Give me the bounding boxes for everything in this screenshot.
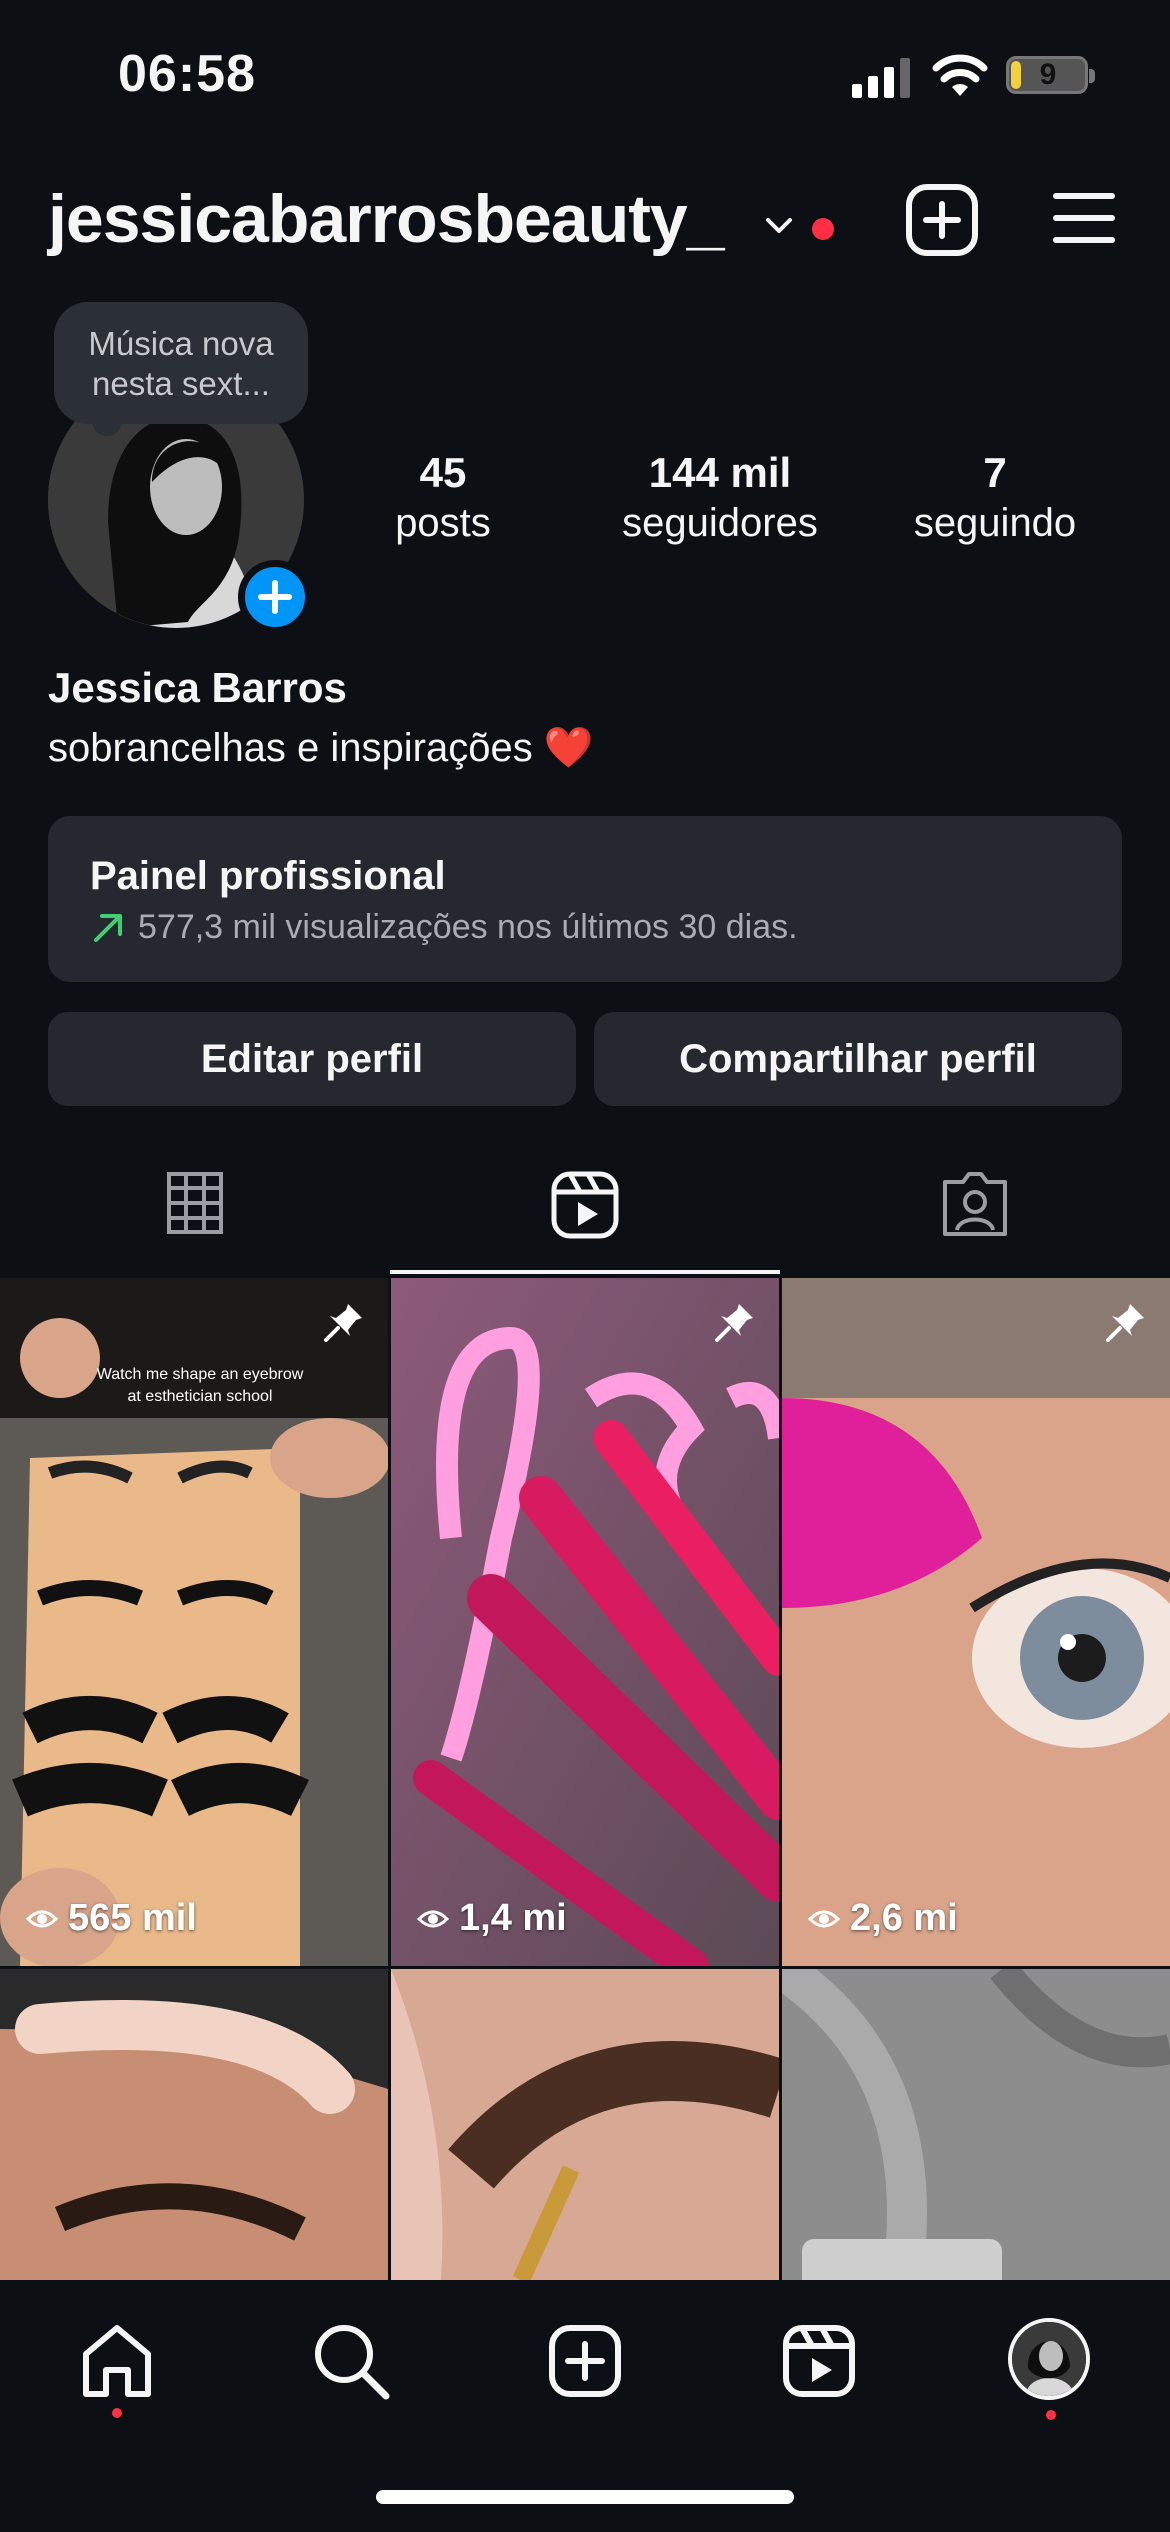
stat-following-label: seguindo	[913, 501, 1077, 545]
full-name: Jessica Barros	[48, 664, 347, 711]
reels-grid: Watch me shape an eyebrow at esthetician…	[0, 1278, 1170, 2280]
profile-avatar[interactable]	[1008, 2318, 1090, 2400]
grid-icon	[167, 1172, 223, 1234]
pin-icon	[324, 1304, 362, 1342]
menu-icon[interactable]	[1052, 188, 1116, 248]
reel-thumbnail[interactable]: Watch me shape an eyebrow at esthetician…	[0, 1278, 388, 1966]
tab-grid[interactable]	[0, 1170, 390, 1278]
stat-posts-value: 45	[419, 449, 467, 496]
reels-icon[interactable]	[774, 2316, 864, 2406]
tab-reels[interactable]	[390, 1170, 780, 1278]
username-switcher[interactable]: jessicabarrosbeauty_	[48, 180, 725, 258]
reel-views-count: 1,4 mi	[459, 1897, 567, 1939]
stat-followers-label: seguidores	[622, 501, 818, 545]
cellular-signal-icon	[852, 58, 910, 98]
pin-icon	[1106, 1304, 1144, 1342]
stat-posts[interactable]: 45 posts	[368, 448, 518, 548]
bio-text: sobrancelhas e inspirações ❤️	[48, 726, 594, 770]
share-profile-button[interactable]: Compartilhar perfil	[594, 1012, 1122, 1106]
reel-views: 2,6 mi	[808, 1897, 958, 1940]
reels-icon	[551, 1171, 619, 1239]
create-icon[interactable]	[540, 2316, 630, 2406]
views-icon	[417, 1910, 449, 1927]
profile-notification-dot	[1046, 2410, 1056, 2420]
reel-views-count: 2,6 mi	[850, 1897, 958, 1939]
home-icon[interactable]	[72, 2316, 162, 2406]
professional-dashboard-title: Painel profissional	[90, 854, 446, 898]
home-notification-dot	[112, 2408, 122, 2418]
pin-icon	[715, 1304, 753, 1342]
chevron-down-icon[interactable]	[762, 208, 796, 242]
professional-dashboard[interactable]: Painel profissional 577,3 mil visualizaç…	[48, 816, 1122, 982]
reel-views: 1,4 mi	[417, 1897, 567, 1940]
stat-following-value: 7	[983, 449, 1007, 496]
battery-icon: 9	[1006, 56, 1095, 94]
home-indicator	[376, 2490, 794, 2504]
search-icon[interactable]	[306, 2316, 396, 2406]
profile-header: jessicabarrosbeauty_	[0, 170, 1170, 270]
create-post-button[interactable]	[904, 182, 980, 258]
edit-profile-button[interactable]: Editar perfil	[48, 1012, 576, 1106]
views-icon	[808, 1910, 840, 1927]
stat-following[interactable]: 7 seguindo	[880, 448, 1110, 548]
reel-thumbnail[interactable]	[391, 1969, 779, 2280]
stat-posts-label: posts	[395, 501, 491, 545]
reel-thumbnail[interactable]: 1,4 mi	[391, 1278, 779, 1966]
reel-views: 565 mil	[26, 1897, 197, 1940]
tagged-icon	[943, 1172, 1007, 1236]
tab-tagged[interactable]	[780, 1170, 1170, 1278]
status-time: 06:58	[118, 45, 256, 103]
wifi-icon	[932, 54, 988, 96]
views-icon	[26, 1910, 58, 1927]
reel-thumbnail[interactable]	[782, 1969, 1170, 2280]
note-bubble[interactable]: Música nova nesta sext...	[54, 302, 308, 424]
active-tab-indicator	[390, 1270, 780, 1274]
reel-thumbnail[interactable]: 2,6 mi	[782, 1278, 1170, 1966]
professional-dashboard-subtitle: 577,3 mil visualizações nos últimos 30 d…	[138, 908, 798, 946]
status-bar: 06:58 9	[0, 0, 1170, 150]
stat-followers[interactable]: 144 mil seguidores	[600, 448, 840, 548]
reel-views-count: 565 mil	[68, 1897, 197, 1939]
add-story-button[interactable]	[238, 560, 312, 634]
trend-up-icon	[94, 914, 122, 942]
battery-level: 9	[1039, 58, 1057, 91]
reel-caption: Watch me shape an eyebrow at esthetician…	[96, 1366, 304, 1405]
notification-dot	[812, 218, 834, 240]
stat-followers-value: 144 mil	[648, 449, 792, 496]
reel-thumbnail[interactable]	[0, 1969, 388, 2280]
